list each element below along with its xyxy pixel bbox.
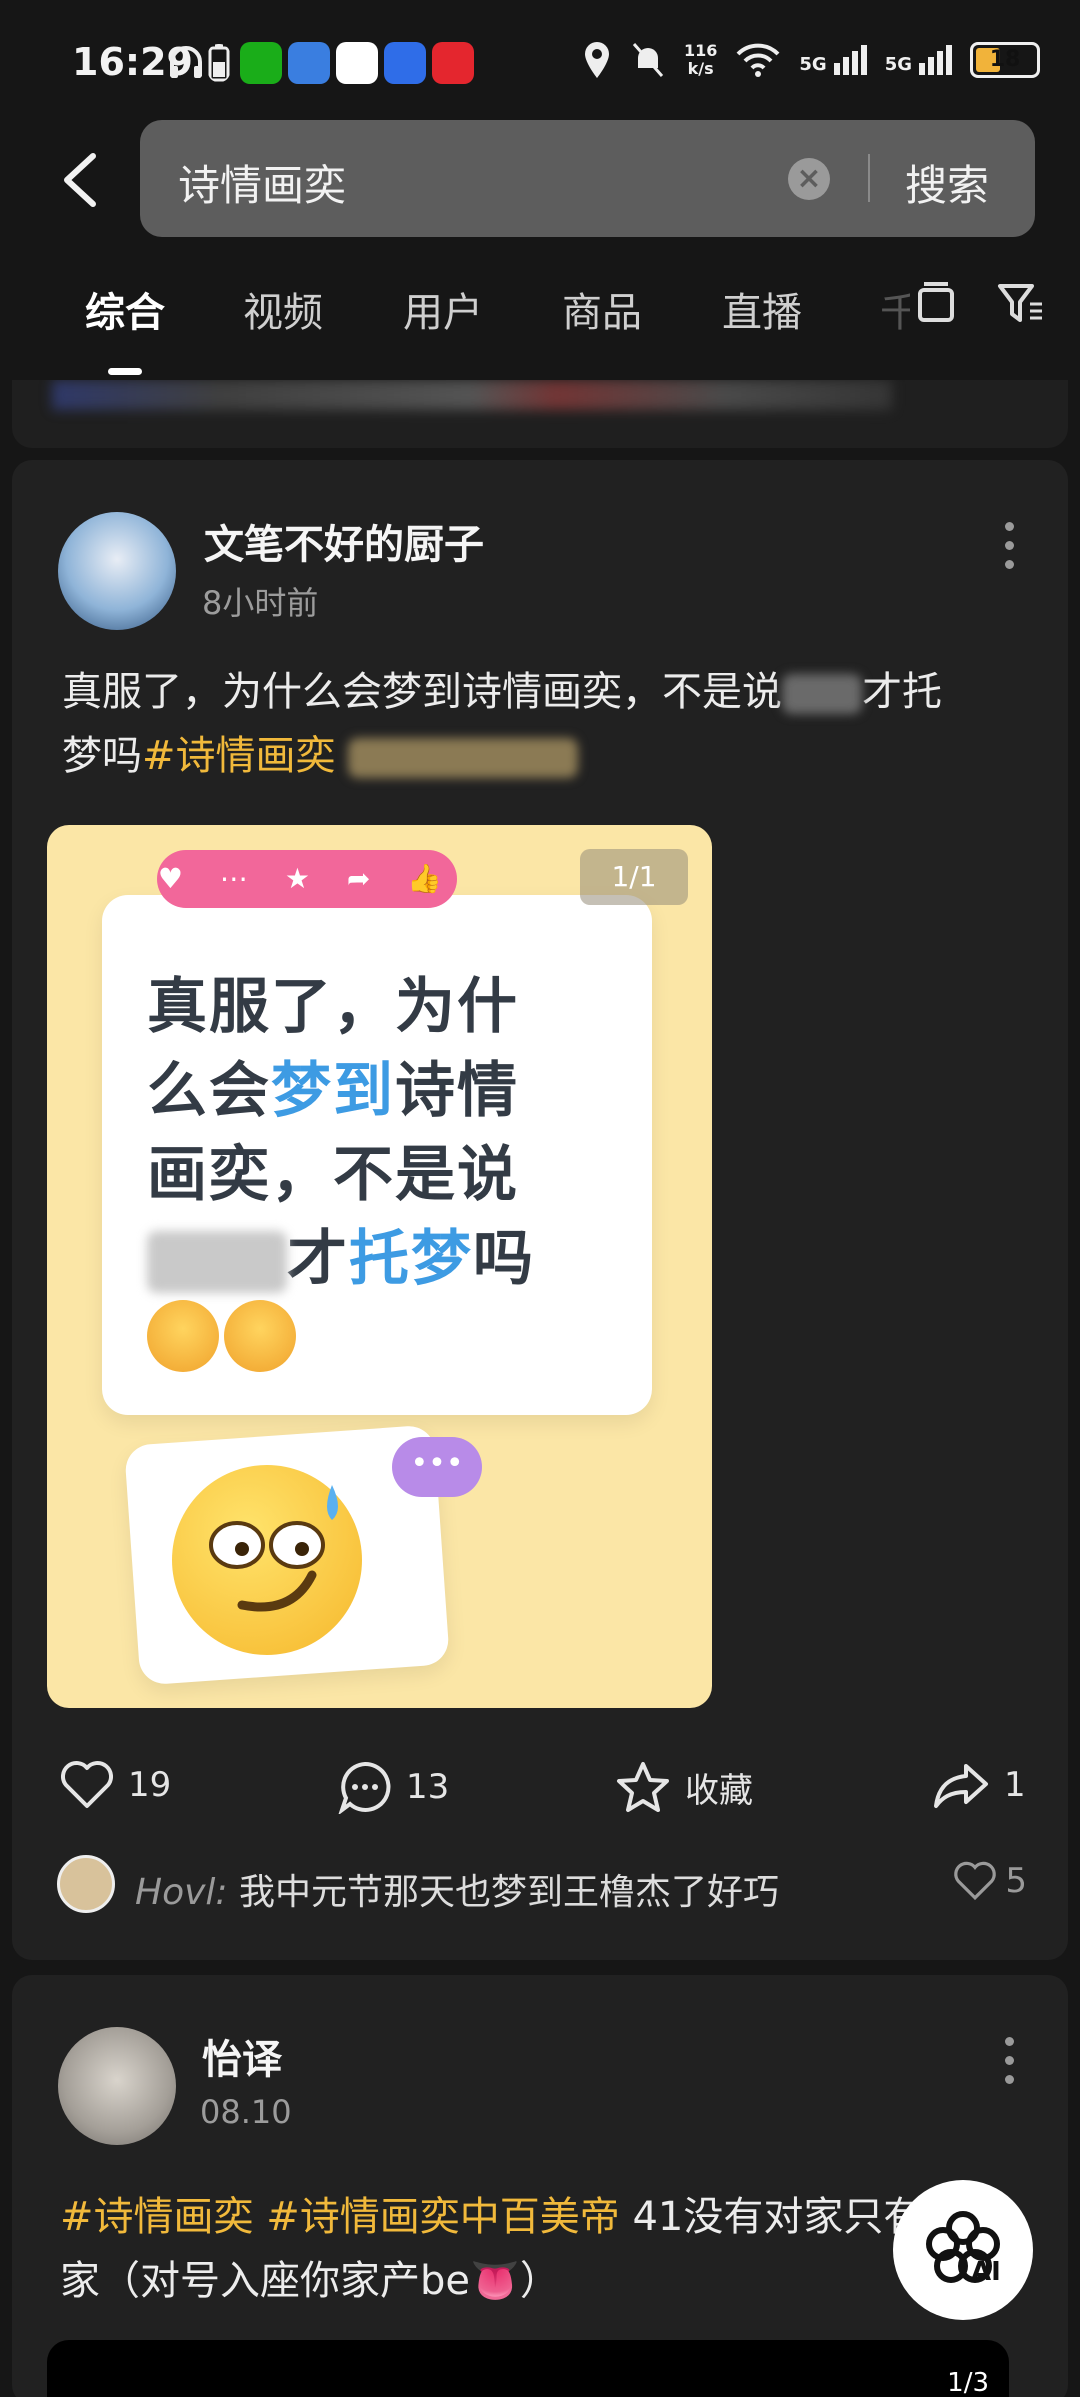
wechat-icon	[240, 42, 282, 84]
signal-1-icon: 5G	[799, 45, 867, 75]
hashtag[interactable]: #诗情画奕中百美帝	[266, 2194, 620, 2240]
battery-small-icon	[208, 44, 230, 82]
app-red-icon	[432, 42, 474, 84]
previous-card-partial	[12, 380, 1068, 448]
author-name[interactable]: 文笔不好的厨子	[204, 512, 484, 570]
heart-icon	[61, 1761, 113, 1808]
like-count: 19	[128, 1765, 172, 1805]
speech-bubble: 真服了，为什 么会梦到诗情 画奕，不是说 才托梦吗	[102, 895, 652, 1415]
avatar[interactable]	[58, 512, 176, 630]
signal-2-icon: 5G	[885, 45, 952, 75]
share-button[interactable]: 1	[932, 1760, 1026, 1810]
author-name[interactable]: 怡译	[202, 2027, 282, 2085]
favorite-label: 收藏	[685, 1770, 753, 1811]
back-arrow-icon[interactable]	[55, 150, 105, 210]
tab-comprehensive[interactable]: 综合	[85, 280, 165, 338]
tab-products[interactable]: 商品	[562, 280, 642, 338]
svg-text:AI: AI	[971, 2257, 1001, 2287]
category-tabs: 综合 视频 用户 商品 直播 千	[0, 280, 1080, 375]
image-caption: 真服了，为什 么会梦到诗情 画奕，不是说 才托梦吗	[147, 972, 535, 1294]
hashtag[interactable]: #诗情画奕	[142, 733, 336, 779]
blurred-text	[782, 674, 862, 714]
heart-icon	[954, 1861, 997, 1901]
image-count-badge: 1/1	[580, 849, 688, 905]
post-time: 08.10	[200, 2093, 292, 2131]
smirk-sweat-emoji-icon	[172, 1465, 362, 1655]
previous-comment-blurred	[52, 380, 892, 410]
tab-more-partial[interactable]: 千	[880, 280, 910, 338]
search-button[interactable]: 搜索	[905, 152, 989, 213]
avatar[interactable]	[58, 2027, 176, 2145]
post-actions: 19 13 收藏 1	[60, 1760, 1030, 1820]
net-speed: 116 k/s	[683, 41, 718, 78]
duck-emoji-icon	[147, 1300, 219, 1372]
comment-count: 13	[406, 1767, 450, 1807]
reaction-bar-graphic: ♥ ⋯ ★ ➦ 👍 +	[157, 850, 457, 953]
duck-emoji-icon	[224, 1300, 296, 1372]
top-comment[interactable]: Hovl: 我中元节那天也梦到王橹杰了好巧 5	[57, 1855, 1027, 1917]
like-button[interactable]: 19	[60, 1760, 171, 1810]
mute-bell-icon	[632, 43, 664, 77]
tongue-emoji: 👅	[470, 2258, 520, 2304]
more-options-icon[interactable]	[1005, 2037, 1015, 2094]
favorite-button[interactable]: 收藏	[615, 1760, 753, 1814]
headphones-icon	[170, 46, 202, 78]
search-input[interactable]: 诗情画奕	[178, 152, 346, 213]
blurred-text	[348, 738, 579, 778]
post-text[interactable]: 真服了，为什么会梦到诗情画奕，不是说 才托 梦吗#诗情画奕	[62, 660, 1042, 788]
active-tab-indicator	[108, 368, 142, 375]
ai-flower-icon: AI	[926, 2211, 1001, 2287]
post-time: 8小时前	[202, 584, 319, 622]
comment-text: Hovl: 我中元节那天也梦到王橹杰了好巧	[135, 1872, 779, 1913]
qq-icon	[336, 42, 378, 84]
image-count-badge: 1/3	[947, 2368, 989, 2397]
filter-icon[interactable]	[996, 280, 1044, 328]
app-blue-icon	[288, 42, 330, 84]
post-text[interactable]: #诗情画奕 #诗情画奕中百美帝 41没有对家只有下 家（对号入座你家产be👅）	[60, 2185, 1020, 2313]
search-box[interactable]: 诗情画奕 × 搜索	[140, 120, 1035, 237]
blurred-text	[147, 1231, 287, 1294]
post-video-thumbnail[interactable]: 1/3	[47, 2340, 1009, 2397]
clear-search-icon[interactable]: ×	[788, 158, 830, 200]
share-icon	[934, 1764, 988, 1808]
commenter-name: Hovl:	[135, 1872, 228, 1913]
comment-icon	[338, 1761, 391, 1814]
comment-like-button[interactable]: 5	[953, 1861, 1027, 1901]
search-row: 诗情画奕 × 搜索	[0, 120, 1080, 240]
star-icon	[617, 1762, 669, 1812]
wifi-icon	[736, 43, 780, 77]
chat-dots-icon: •••	[392, 1437, 482, 1497]
ai-assistant-button[interactable]: AI	[893, 2180, 1033, 2320]
comment-button[interactable]: 13	[338, 1760, 449, 1814]
post-image[interactable]: 真服了，为什 么会梦到诗情 画奕，不是说 才托梦吗 ♥ ⋯ ★ ➦ 👍 + 1/…	[47, 825, 712, 1708]
status-right: 116 k/s 5G 5G 18	[582, 40, 1040, 80]
search-divider	[868, 154, 870, 202]
location-icon	[584, 42, 609, 78]
app-market-icon	[384, 42, 426, 84]
tab-users[interactable]: 用户	[403, 280, 483, 338]
commenter-avatar[interactable]	[57, 1855, 115, 1913]
more-options-icon[interactable]	[1005, 522, 1015, 579]
status-bar: 16:29 116 k/s 5G 5G 18	[0, 0, 1080, 130]
tab-live[interactable]: 直播	[722, 280, 802, 338]
tab-video[interactable]: 视频	[243, 280, 323, 338]
layout-toggle-icon[interactable]	[912, 280, 960, 328]
share-count: 1	[1004, 1765, 1026, 1805]
battery-icon: 18	[970, 42, 1040, 78]
hashtag[interactable]: #诗情画奕	[60, 2194, 254, 2240]
